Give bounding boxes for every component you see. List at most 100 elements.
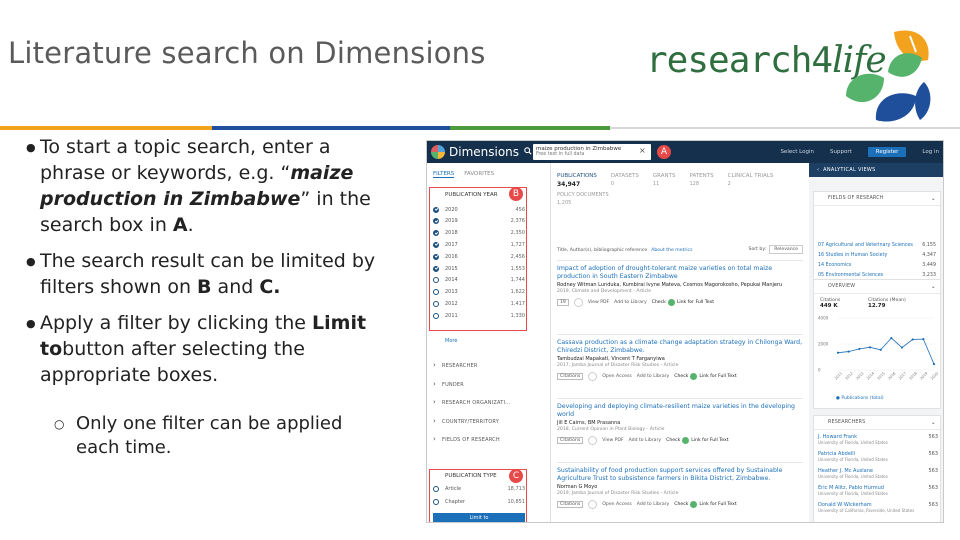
year-filter-row[interactable]: 2011 1,330 [433,310,525,321]
type-filter-row[interactable]: Chapter 10,851 [433,497,525,508]
add-to-library-link[interactable]: Add to Library [637,502,670,507]
field-row[interactable]: 07 Agricultural and Veterinary Sciences 6… [814,240,940,250]
clear-search-icon[interactable]: × [639,146,646,155]
more-link[interactable]: More [445,338,457,344]
year-filter-row[interactable]: 2018 2,350 [433,228,525,239]
publication-type-title[interactable]: PUBLICATION TYPE [433,473,497,479]
sort-select[interactable]: Relevance [769,245,803,254]
field-row[interactable]: 14 Economics 3,449 [814,260,940,270]
dimensions-logo[interactable]: Dimensions [431,144,527,160]
data-point[interactable] [868,346,872,349]
facet-country-territory[interactable]: COUNTRY/TERRITORY [433,417,499,425]
login-link[interactable]: Log in [922,149,939,155]
checkbox[interactable] [433,300,439,307]
fields-of-research-header[interactable]: FIELDS OF RESEARCH ⌄ [814,192,940,206]
facet-researcher[interactable]: RESEARCHER [433,361,478,369]
policy-documents-tab[interactable]: POLICY DOCUMENTS 1,205 [557,192,609,206]
year-label: 2014 [445,277,458,284]
overview-header[interactable]: OVERVIEW ⌄ [814,280,940,294]
checkbox[interactable] [433,253,439,260]
altmetric-icon[interactable] [588,435,598,445]
researcher-row[interactable]: Donald W Wickerham University of Californ… [818,502,938,515]
researcher-row[interactable]: Patricia Abdelli University of Florida, U… [818,451,938,464]
researcher-row[interactable]: Heather J. Mc Auslane University of Flori… [818,468,938,481]
year-filter-row[interactable]: 2016 2,456 [433,251,525,262]
search-input[interactable]: maize production in Zimbabwe Free text i… [533,144,651,160]
add-to-library-link[interactable]: Add to Library [614,300,647,305]
researchers-header[interactable]: RESEARCHERS ⌄ [814,416,940,430]
checkbox[interactable] [433,499,439,505]
tab-patents[interactable]: PATENTS 128 [690,173,714,188]
data-point[interactable] [900,346,904,349]
check-full-text-link[interactable]: Check Link for Full Text [674,372,737,380]
check-full-text-link[interactable]: Check Link for Full Text [674,500,737,508]
metrics-link[interactable]: About the metrics [651,248,692,253]
data-point[interactable] [858,347,861,351]
year-filter-row[interactable]: 2019 2,376 [433,216,525,227]
limit-to-button[interactable]: Limit to [433,513,525,522]
citations-badge[interactable]: 19 [557,298,569,306]
year-filter-row[interactable]: 2013 1,622 [433,287,525,298]
data-point[interactable] [847,350,850,353]
checkbox[interactable] [433,206,439,213]
citations-badge[interactable]: Citations [557,436,584,444]
tab-datasets[interactable]: DATASETS 0 [611,173,639,188]
result-title[interactable]: Sustainability of food production suppor… [557,467,803,483]
view-link[interactable]: Open Access [602,374,631,379]
field-row[interactable]: 16 Studies in Human Society 4,347 [814,250,940,260]
result-title[interactable]: Impact of adoption of drought-tolerant m… [557,265,803,281]
facet-research-organizati-[interactable]: RESEARCH ORGANIZATI... [433,398,511,406]
citations-badge[interactable]: Citations [557,500,584,508]
tab-publications[interactable]: PUBLICATIONS 34,947 [557,173,597,188]
add-to-library-link[interactable]: Add to Library [629,438,662,443]
facet-funder[interactable]: FUNDER [433,380,464,388]
support-link[interactable]: Support [830,149,852,155]
data-point[interactable] [890,336,893,340]
data-point[interactable] [836,351,840,354]
year-filter-row[interactable]: 2012 1,417 [433,298,525,309]
check-full-text-link[interactable]: Check Link for Full Text [666,436,729,444]
result-title[interactable]: Developing and deploying climate-resilie… [557,403,803,419]
year-filter-row[interactable]: 2020 456 [433,204,525,215]
citations-badge[interactable]: Citations [557,372,584,380]
tab-filters[interactable]: FILTERS [433,171,455,178]
view-link[interactable]: View PDF [588,300,609,305]
tab-label: CLINICAL TRIALS [727,173,774,179]
checkbox[interactable] [433,277,439,284]
view-link[interactable]: Open Access [602,502,631,507]
check-full-text-link[interactable]: Check Link for Full Text [652,298,714,306]
search-icon[interactable] [524,147,532,155]
data-point[interactable] [932,362,936,366]
tab-grants[interactable]: GRANTS 11 [653,173,676,188]
view-link[interactable]: View PDF [602,438,623,443]
publication-year-title[interactable]: PUBLICATION YEAR [433,192,498,198]
checkbox[interactable] [433,241,439,248]
analytical-views-header[interactable]: ‹ ANALYTICAL VIEWS [809,163,943,177]
researcher-affiliation: University of Florida, United States [818,491,888,496]
checkbox[interactable] [433,289,439,296]
facet-fields-of-research[interactable]: FIELDS OF RESEARCH [433,435,500,443]
year-filter-row[interactable]: 2017 1,727 [433,239,525,250]
result-title[interactable]: Cassava production as a climate change a… [557,339,803,355]
year-filter-row[interactable]: 2014 1,744 [433,275,525,286]
checkbox[interactable] [433,312,439,319]
checkbox[interactable] [433,265,439,272]
tab-favorites[interactable]: FAVORITES [464,171,494,178]
checkbox[interactable] [433,485,439,492]
researcher-row[interactable]: Eric M Alitz, Pablo Hurmud University of … [818,485,938,498]
type-filter-row[interactable]: Article 18,713 [433,483,525,494]
data-point[interactable] [879,348,882,351]
top-links: Select Login Support Register Log in [780,147,939,157]
checkbox[interactable] [433,230,439,237]
register-button[interactable]: Register [867,147,907,157]
researcher-row[interactable]: J. Howard Frank University of Florida, Un… [818,434,938,447]
altmetric-icon[interactable] [588,371,598,381]
tab-clinical-trials[interactable]: CLINICAL TRIALS 2 [728,173,774,188]
data-point[interactable] [911,338,914,341]
altmetric-icon[interactable] [588,499,598,509]
checkbox[interactable] [433,218,439,225]
data-point[interactable] [922,338,925,341]
add-to-library-link[interactable]: Add to Library [637,374,670,379]
altmetric-icon[interactable] [573,297,583,307]
year-filter-row[interactable]: 2015 1,553 [433,263,525,274]
